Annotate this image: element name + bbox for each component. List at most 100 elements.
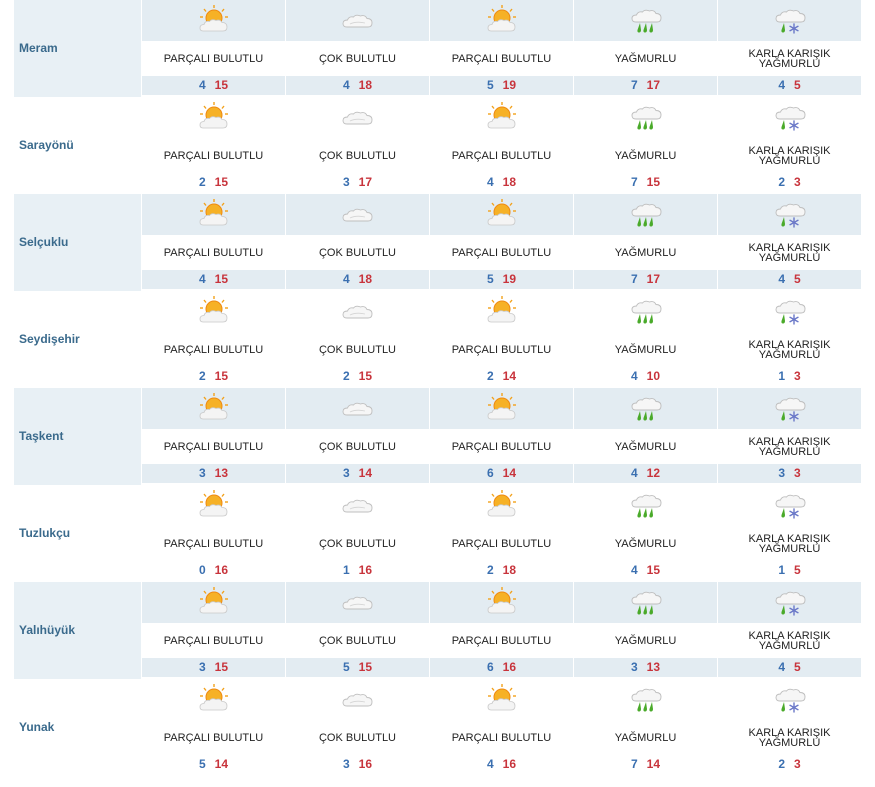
high-temperature: 5 bbox=[794, 660, 801, 674]
day-forecast-cell: PARÇALI BULUTLU 6 14 bbox=[429, 388, 573, 485]
icon-band bbox=[718, 0, 861, 41]
temperature-range: 13 bbox=[718, 367, 861, 386]
temperature-range: 7 17 bbox=[574, 270, 717, 289]
day-forecast-cell: YAĞMURLU 7 15 bbox=[573, 97, 717, 194]
day-forecast-cell: ÇOK BULUTLU 3 17 bbox=[285, 97, 429, 194]
sun-cloud-icon bbox=[485, 101, 519, 133]
day-forecast-cell: PARÇALI BULUTLU 4 15 bbox=[141, 0, 285, 97]
condition-label: KARLA KARIŞIK YAĞMURLU bbox=[748, 47, 831, 70]
sun-cloud-icon bbox=[485, 489, 519, 521]
temperature-range: 3 13 bbox=[574, 658, 717, 677]
day-forecast-cell: KARLA KARIŞIK YAĞMURLU 1 3 bbox=[717, 291, 861, 388]
low-temperature: 4 bbox=[342, 272, 350, 286]
day-forecast-cell: KARLA KARIŞIK YAĞMURLU 4 5 bbox=[717, 194, 861, 291]
sleet-icon bbox=[773, 489, 807, 521]
rain-icon bbox=[629, 4, 663, 36]
high-temperature: 15 bbox=[214, 369, 229, 383]
rain-icon bbox=[629, 489, 663, 521]
high-temperature: 15 bbox=[214, 660, 229, 674]
forecast-row: Meram PARÇALI BULUTLU 4 15 ÇOK BULUTLU 4 18 … bbox=[14, 0, 861, 97]
rain-icon bbox=[629, 392, 663, 424]
day-forecast-cell: YAĞMURLU 7 17 bbox=[573, 194, 717, 291]
sleet-icon bbox=[773, 198, 807, 230]
city-name[interactable]: Selçuklu bbox=[19, 235, 68, 249]
sleet-icon bbox=[773, 392, 807, 424]
icon-band bbox=[430, 679, 573, 720]
day-forecast-cell: YAĞMURLU 4 12 bbox=[573, 388, 717, 485]
rain-icon bbox=[629, 295, 663, 327]
high-temperature: 15 bbox=[214, 175, 229, 189]
day-forecast-cell: YAĞMURLU 3 13 bbox=[573, 582, 717, 679]
temperature-range: 4 18 bbox=[286, 270, 429, 289]
condition-label: KARLA KARIŞIK YAĞMURLU bbox=[748, 435, 831, 458]
high-temperature: 15 bbox=[358, 660, 373, 674]
cloud-icon bbox=[341, 392, 375, 424]
forecast-row: Taşkent PARÇALI BULUTLU 3 13 ÇOK BULUTLU 3 1… bbox=[14, 388, 861, 485]
high-temperature: 15 bbox=[214, 272, 229, 286]
high-temperature: 3 bbox=[794, 466, 801, 480]
temperature-range: 4 15 bbox=[142, 76, 285, 95]
temperature-range: 15 bbox=[718, 561, 861, 580]
low-temperature: 5 bbox=[342, 660, 350, 674]
day-forecast-cell: ÇOK BULUTLU 1 16 bbox=[285, 485, 429, 582]
icon-band bbox=[574, 485, 717, 526]
low-temperature: 4 bbox=[630, 466, 638, 480]
icon-band bbox=[142, 97, 285, 138]
forecast-row: Selçuklu PARÇALI BULUTLU 4 15 ÇOK BULUTLU 4… bbox=[14, 194, 861, 291]
city-cell: Taşkent bbox=[14, 388, 141, 485]
day-forecast-cell: KARLA KARIŞIK YAĞMURLU 3 3 bbox=[717, 388, 861, 485]
high-temperature: 14 bbox=[502, 369, 517, 383]
city-name[interactable]: Sarayönü bbox=[19, 138, 74, 152]
day-forecast-cell: PARÇALI BULUTLU 2 15 bbox=[141, 291, 285, 388]
city-name[interactable]: Meram bbox=[19, 41, 58, 55]
day-forecast-cell: PARÇALI BULUTLU 4 16 bbox=[429, 679, 573, 776]
low-temperature: 7 bbox=[630, 757, 638, 771]
icon-band bbox=[574, 679, 717, 720]
high-temperature: 12 bbox=[646, 466, 661, 480]
condition-label: YAĞMURLU bbox=[614, 149, 677, 162]
forecast-table: Meram PARÇALI BULUTLU 4 15 ÇOK BULUTLU 4 18 … bbox=[14, 0, 861, 776]
sun-cloud-icon bbox=[485, 392, 519, 424]
city-name[interactable]: Taşkent bbox=[19, 429, 63, 443]
cloud-icon bbox=[341, 489, 375, 521]
temperature-range: 23 bbox=[718, 173, 861, 192]
day-forecast-cell: KARLA KARIŞIK YAĞMURLU 1 5 bbox=[717, 485, 861, 582]
condition-label: YAĞMURLU bbox=[614, 537, 677, 550]
condition-label: PARÇALI BULUTLU bbox=[163, 52, 264, 65]
sun-cloud-icon bbox=[197, 101, 231, 133]
temperature-range: 6 16 bbox=[430, 658, 573, 677]
condition-label: KARLA KARIŞIK YAĞMURLU bbox=[748, 241, 831, 264]
condition-label: ÇOK BULUTLU bbox=[318, 149, 397, 162]
city-name[interactable]: Seydişehir bbox=[19, 332, 80, 346]
temperature-range: 4 10 bbox=[574, 367, 717, 386]
city-name[interactable]: Tuzlukçu bbox=[19, 526, 70, 540]
low-temperature: 4 bbox=[198, 78, 206, 92]
day-forecast-cell: YAĞMURLU 4 15 bbox=[573, 485, 717, 582]
low-temperature: 4 bbox=[630, 563, 638, 577]
city-cell: Selçuklu bbox=[14, 194, 141, 291]
condition-label: YAĞMURLU bbox=[614, 440, 677, 453]
condition-label: PARÇALI BULUTLU bbox=[451, 731, 552, 744]
high-temperature: 10 bbox=[646, 369, 661, 383]
low-temperature: 2 bbox=[778, 175, 785, 189]
icon-band bbox=[718, 291, 861, 332]
low-temperature: 4 bbox=[198, 272, 206, 286]
day-forecast-cell: YAĞMURLU 7 14 bbox=[573, 679, 717, 776]
high-temperature: 15 bbox=[358, 369, 373, 383]
sleet-icon bbox=[773, 101, 807, 133]
icon-band bbox=[142, 388, 285, 429]
day-forecast-cell: KARLA KARIŞIK YAĞMURLU 2 3 bbox=[717, 97, 861, 194]
city-cell: Yunak bbox=[14, 679, 141, 776]
cloud-icon bbox=[341, 198, 375, 230]
rain-icon bbox=[629, 101, 663, 133]
condition-label: KARLA KARIŞIK YAĞMURLU bbox=[748, 338, 831, 361]
city-name[interactable]: Yunak bbox=[19, 720, 54, 734]
condition-label: PARÇALI BULUTLU bbox=[451, 52, 552, 65]
low-temperature: 2 bbox=[778, 757, 785, 771]
icon-band bbox=[430, 582, 573, 623]
temperature-range: 3 15 bbox=[142, 658, 285, 677]
city-name[interactable]: Yalıhüyük bbox=[19, 623, 75, 637]
low-temperature: 0 bbox=[198, 563, 206, 577]
temperature-range: 5 19 bbox=[430, 270, 573, 289]
low-temperature: 1 bbox=[342, 563, 350, 577]
